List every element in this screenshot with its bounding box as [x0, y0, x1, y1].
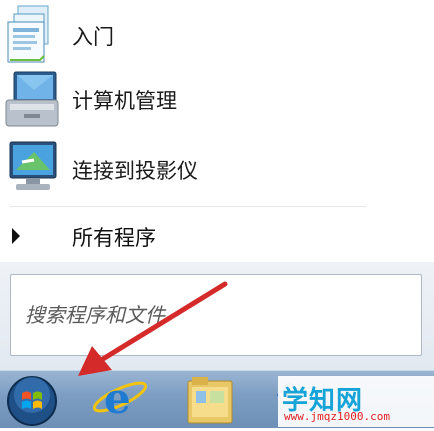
projector-icon [4, 138, 64, 198]
all-programs-button[interactable]: 所有程序 [0, 212, 434, 260]
start-orb-icon [7, 376, 57, 426]
search-input[interactable] [11, 275, 421, 355]
menu-item-getting-started[interactable]: 入门 [0, 4, 434, 66]
internet-explorer-icon: e [92, 374, 148, 423]
search-box[interactable] [10, 274, 422, 356]
folder-icon [187, 377, 233, 424]
menu-item-connect-projector[interactable]: 连接到投影仪 [0, 138, 434, 200]
start-menu-left-pane: 入门 计算机管理 连接到投影仪 所有程序 [0, 0, 434, 262]
watermark-url: www.jmqz1000.com [284, 410, 390, 423]
search-area [0, 262, 434, 370]
menu-divider [10, 206, 366, 207]
taskbar-folder[interactable] [180, 373, 244, 427]
triangle-right-icon [12, 228, 20, 244]
menu-item-label: 计算机管理 [72, 89, 177, 113]
watermark: 学知网 www.jmqz1000.com [278, 376, 434, 427]
start-orb-button[interactable] [4, 373, 60, 427]
all-programs-label: 所有程序 [72, 226, 156, 250]
taskbar-internet-explorer[interactable]: e [90, 373, 150, 427]
menu-item-label: 入门 [72, 25, 114, 49]
getting-started-icon [4, 4, 64, 64]
svg-text:e: e [104, 374, 131, 423]
menu-item-label: 连接到投影仪 [72, 159, 198, 183]
menu-item-computer-management[interactable]: 计算机管理 [0, 70, 434, 132]
computer-management-icon [4, 70, 64, 130]
